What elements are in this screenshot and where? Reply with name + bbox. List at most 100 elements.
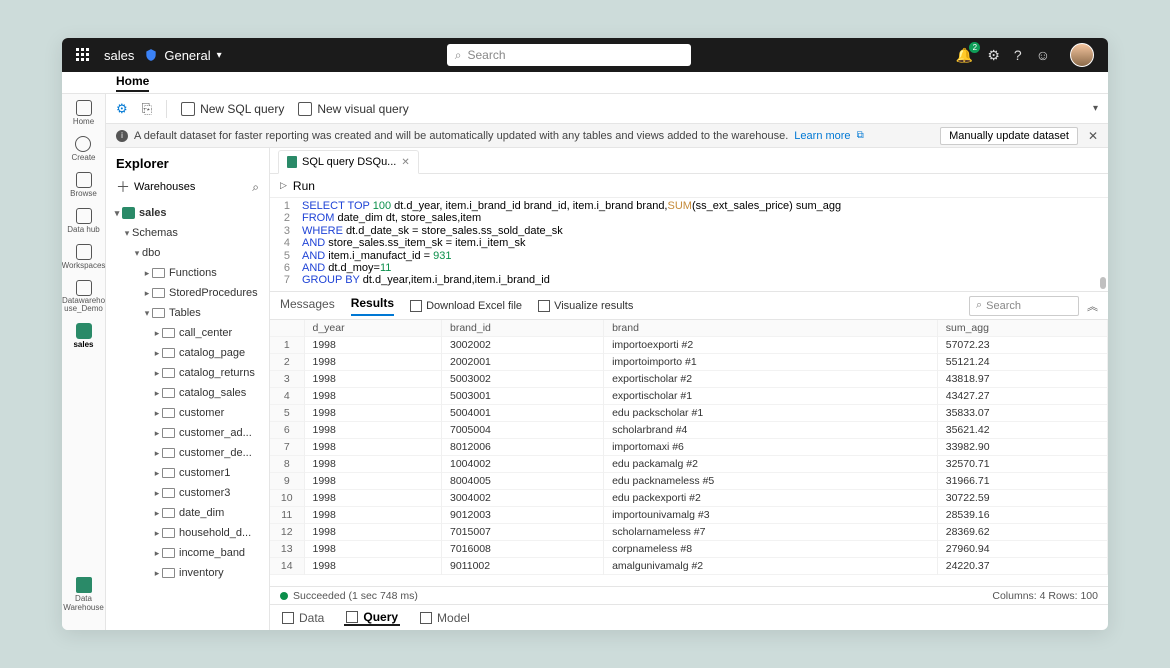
- view-data-tab[interactable]: Data: [280, 611, 326, 625]
- rail-browse[interactable]: Browse: [70, 172, 97, 198]
- workspace-name[interactable]: sales: [104, 48, 134, 63]
- tree-item[interactable]: ▸customer_de...: [106, 443, 269, 463]
- tree-item[interactable]: ▸customer_ad...: [106, 423, 269, 443]
- manually-update-button[interactable]: Manually update dataset: [940, 127, 1078, 145]
- rail-sales[interactable]: sales: [73, 323, 93, 349]
- rail-create[interactable]: Create: [71, 136, 95, 162]
- run-label[interactable]: Run: [293, 179, 315, 193]
- add-warehouses-button[interactable]: ＋Warehouses: [116, 177, 195, 197]
- table-row[interactable]: 1419989011002amalgunivamalg #224220.37: [270, 558, 1108, 575]
- rail-dw-demo[interactable]: Datawareho use_Demo: [62, 280, 105, 313]
- tree-item[interactable]: ▸inventory: [106, 563, 269, 583]
- table-row[interactable]: 1219987015007scholarnameless #728369.62: [270, 524, 1108, 541]
- tree-item[interactable]: ▾Tables: [106, 303, 269, 323]
- app-window: sales General ▾ ⌕ Search 🔔2 ⚙ ? ☺ Home H…: [62, 38, 1108, 630]
- table-row[interactable]: 819981004002edu packamalg #232570.71: [270, 456, 1108, 473]
- new-sql-query-button[interactable]: New SQL query: [181, 102, 284, 116]
- rail-workspaces[interactable]: Workspaces: [62, 244, 105, 270]
- info-icon: i: [116, 130, 128, 142]
- code-body[interactable]: SELECT TOP 100 dt.d_year, item.i_brand_i…: [296, 198, 1108, 291]
- column-header[interactable]: sum_agg: [937, 320, 1107, 337]
- user-avatar[interactable]: [1070, 43, 1094, 67]
- table-row[interactable]: 1319987016008corpnameless #827960.94: [270, 541, 1108, 558]
- tree-item[interactable]: ▸catalog_sales: [106, 383, 269, 403]
- tree-item[interactable]: ▸date_dim: [106, 503, 269, 523]
- workspace-type[interactable]: General: [164, 48, 210, 63]
- feedback-smile-icon[interactable]: ☺: [1036, 47, 1050, 63]
- home-icon: [76, 100, 92, 116]
- results-table-wrap[interactable]: d_yearbrand_idbrandsum_agg 119983002002i…: [270, 320, 1108, 586]
- editor-area: SQL query DSQu... ✕ ▷ Run 1234567 SELECT…: [270, 148, 1108, 630]
- view-model-tab[interactable]: Model: [418, 611, 472, 625]
- settings-gear-icon[interactable]: ⚙: [987, 47, 1000, 64]
- table-row[interactable]: 1119989012003importounivamalg #328539.16: [270, 507, 1108, 524]
- notifications-button[interactable]: 🔔2: [956, 47, 973, 64]
- messages-tab[interactable]: Messages: [280, 297, 335, 315]
- chevron-down-icon[interactable]: ▾: [217, 50, 222, 61]
- learn-more-link[interactable]: Learn more: [794, 130, 850, 142]
- rail-data-warehouse[interactable]: DataWarehouse: [63, 577, 104, 612]
- tree-item[interactable]: ▾Schemas: [106, 223, 269, 243]
- table-row[interactable]: 619987005004scholarbrand #435621.42: [270, 422, 1108, 439]
- tree-item[interactable]: ▸household_d...: [106, 523, 269, 543]
- search-icon[interactable]: ⌕: [252, 180, 259, 195]
- status-bar: Succeeded (1 sec 748 ms) Columns: 4 Rows…: [270, 586, 1108, 604]
- table-row[interactable]: 719988012006importomaxi #633982.90: [270, 439, 1108, 456]
- tree-item[interactable]: ▸customer3: [106, 483, 269, 503]
- tree-item[interactable]: ▸StoredProcedures: [106, 283, 269, 303]
- rail-datahub[interactable]: Data hub: [67, 208, 99, 234]
- code-editor[interactable]: 1234567 SELECT TOP 100 dt.d_year, item.i…: [270, 198, 1108, 292]
- header-right-icons: 🔔2 ⚙ ? ☺: [956, 43, 1094, 67]
- workspace-split: Explorer ＋Warehouses ⌕ ▾sales▾Schemas▾db…: [106, 148, 1108, 630]
- results-search-input[interactable]: ⌕Search: [969, 296, 1079, 316]
- chevron-down-icon[interactable]: ▾: [1093, 103, 1098, 114]
- scroll-indicator[interactable]: [1100, 277, 1106, 289]
- workspaces-icon: [76, 244, 92, 260]
- table-row[interactable]: 219982002001importoimporto #155121.24: [270, 354, 1108, 371]
- global-search-input[interactable]: ⌕ Search: [447, 44, 691, 66]
- tree-item[interactable]: ▸call_center: [106, 323, 269, 343]
- table-row[interactable]: 919988004005edu packnameless #531966.71: [270, 473, 1108, 490]
- main-area: Home Create Browse Data hub Workspaces D…: [62, 94, 1108, 630]
- run-toolbar: ▷ Run: [270, 174, 1108, 198]
- download-excel-button[interactable]: Download Excel file: [410, 300, 522, 312]
- cols-rows-text: Columns: 4 Rows: 100: [992, 590, 1098, 602]
- column-header[interactable]: brand_id: [442, 320, 604, 337]
- view-query-tab[interactable]: Query: [344, 610, 400, 626]
- table-row[interactable]: 1019983004002edu packexporti #230722.59: [270, 490, 1108, 507]
- apps-launcher-icon[interactable]: [76, 48, 90, 62]
- toolbar: ⚙ ⎘ New SQL query New visual query ▾: [106, 94, 1108, 124]
- refresh-icon[interactable]: ⎘: [142, 101, 152, 117]
- close-banner-icon[interactable]: ✕: [1088, 129, 1098, 143]
- visualize-results-button[interactable]: Visualize results: [538, 300, 633, 312]
- table-row[interactable]: 319985003002exportischolar #243818.97: [270, 371, 1108, 388]
- tree-item[interactable]: ▾sales: [106, 203, 269, 223]
- tree-item[interactable]: ▸Functions: [106, 263, 269, 283]
- gear-icon[interactable]: ⚙: [116, 101, 128, 117]
- rail-home[interactable]: Home: [73, 100, 94, 126]
- collapse-icon[interactable]: ︽: [1087, 298, 1098, 314]
- tree-item[interactable]: ▸income_band: [106, 543, 269, 563]
- close-tab-icon[interactable]: ✕: [401, 157, 409, 168]
- table-row[interactable]: 519985004001edu packscholar #135833.07: [270, 405, 1108, 422]
- table-row[interactable]: 119983002002importoexporti #257072.23: [270, 337, 1108, 354]
- excel-icon: [410, 300, 422, 312]
- column-header[interactable]: brand: [604, 320, 938, 337]
- breadcrumb-home[interactable]: Home: [116, 74, 149, 92]
- browse-icon: [76, 172, 92, 188]
- search-icon: ⌕: [976, 299, 982, 312]
- tree-item[interactable]: ▸catalog_returns: [106, 363, 269, 383]
- tree-item[interactable]: ▸catalog_page: [106, 343, 269, 363]
- new-visual-query-button[interactable]: New visual query: [298, 102, 408, 116]
- results-tab[interactable]: Results: [351, 296, 394, 316]
- warehouse-active-icon: [76, 323, 92, 339]
- column-header[interactable]: d_year: [304, 320, 442, 337]
- tree-item[interactable]: ▸customer1: [106, 463, 269, 483]
- help-icon[interactable]: ?: [1014, 47, 1022, 63]
- sql-icon: [181, 102, 195, 116]
- tree-item[interactable]: ▸customer: [106, 403, 269, 423]
- table-row[interactable]: 419985003001exportischolar #143427.27: [270, 388, 1108, 405]
- editor-tab[interactable]: SQL query DSQu... ✕: [278, 150, 419, 174]
- play-icon[interactable]: ▷: [280, 180, 287, 191]
- tree-item[interactable]: ▾dbo: [106, 243, 269, 263]
